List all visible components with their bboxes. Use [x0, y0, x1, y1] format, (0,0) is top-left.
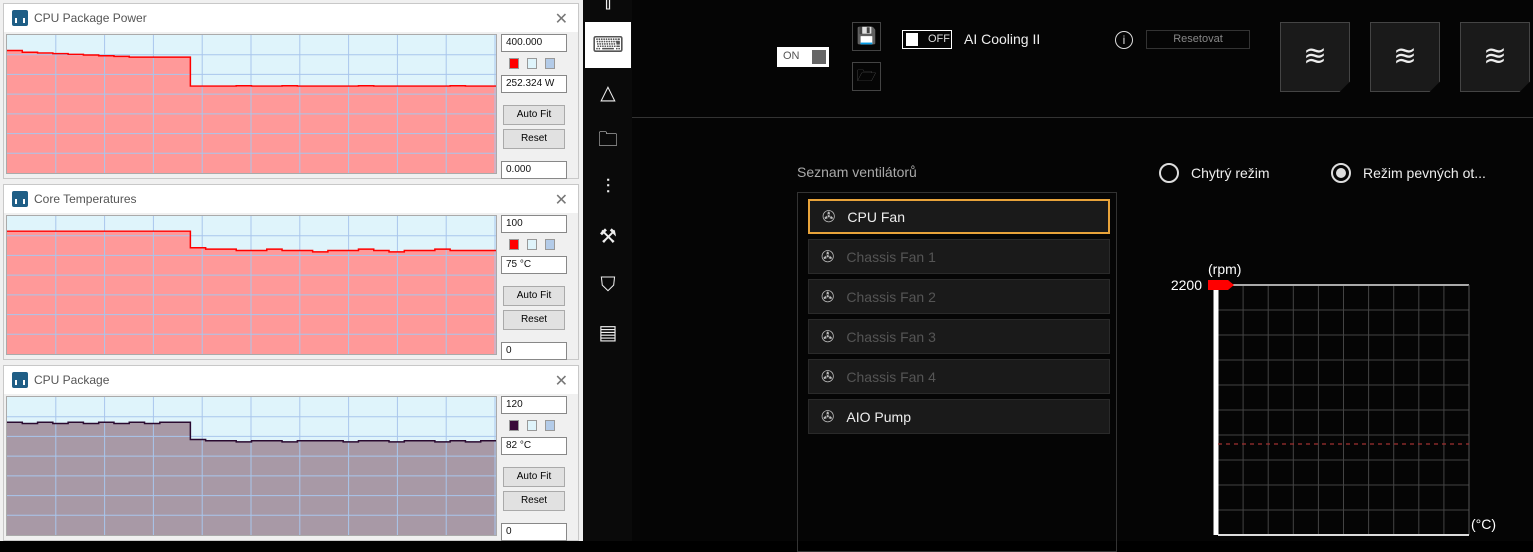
max-field[interactable]: 120: [501, 396, 567, 414]
panel-title: CPU Package: [34, 373, 110, 387]
panel-title: CPU Package Power: [34, 11, 147, 25]
hwinfo-icon: [12, 10, 28, 26]
bg-color-swatch[interactable]: [527, 239, 537, 250]
fan-control-main: ON 💾 🗁 OFF AI Cooling II i Resetovat ≋ ≋…: [632, 0, 1533, 552]
fan-curve-chart: 2200 (rpm) (°C): [1171, 261, 1496, 536]
aura-icon[interactable]: △: [593, 78, 623, 108]
y-axis-label: (rpm): [1208, 261, 1241, 277]
hwinfo-icon: [12, 191, 28, 207]
min-field[interactable]: 0: [501, 523, 567, 541]
panel-title: Core Temperatures: [34, 192, 137, 206]
line-color-swatch[interactable]: [509, 420, 519, 431]
reset-button[interactable]: Reset: [503, 310, 565, 330]
monitor-panel: CPU Package ✕ 120 82 °C Auto Fit Reset 0: [3, 365, 579, 541]
max-rpm-marker[interactable]: [1208, 280, 1234, 290]
line-color-swatch[interactable]: [509, 58, 519, 69]
grid-color-swatch[interactable]: [545, 420, 555, 431]
y-max-label: 2200: [1171, 277, 1202, 293]
keyboard-mouse-icon[interactable]: ⌨: [585, 22, 631, 68]
hwinfo-monitor-area: CPU Package Power ✕ 400.000 252.324 W Aut…: [0, 0, 583, 541]
grid-color-swatch[interactable]: [545, 239, 555, 250]
current-value: 252.324 W: [501, 75, 567, 93]
close-icon[interactable]: ✕: [555, 9, 568, 29]
current-value: 75 °C: [501, 256, 567, 274]
sidebar: ⫿ ⌨ △ 🗀 ⫶ ⚒ ⛉ ▤: [583, 0, 632, 541]
max-field[interactable]: 400.000: [501, 34, 567, 52]
monitor-panel: Core Temperatures ✕ 100 75 °C Auto Fit Re…: [3, 184, 579, 360]
panel-titlebar: CPU Package ✕: [4, 366, 578, 394]
auto-fit-button[interactable]: Auto Fit: [503, 105, 565, 125]
bg-color-swatch[interactable]: [527, 58, 537, 69]
sensor-graph: [6, 34, 497, 174]
sensor-graph: [6, 396, 497, 536]
close-icon[interactable]: ✕: [555, 371, 568, 391]
current-value: 82 °C: [501, 437, 567, 455]
line-color-swatch[interactable]: [509, 239, 519, 250]
auto-fit-button[interactable]: Auto Fit: [503, 286, 565, 306]
close-icon[interactable]: ✕: [555, 190, 568, 210]
game-folder-icon[interactable]: 🗀: [593, 125, 623, 155]
auto-fit-button[interactable]: Auto Fit: [503, 467, 565, 487]
min-field[interactable]: 0.000: [501, 161, 567, 179]
max-field[interactable]: 100: [501, 215, 567, 233]
grid-color-swatch[interactable]: [545, 58, 555, 69]
sensor-graph: [6, 215, 497, 355]
tools-icon[interactable]: ⚒: [593, 222, 623, 252]
news-icon[interactable]: ▤: [593, 318, 623, 348]
panel-titlebar: Core Temperatures ✕: [4, 185, 578, 213]
panel-titlebar: CPU Package Power ✕: [4, 4, 578, 32]
reset-button[interactable]: Reset: [503, 129, 565, 149]
equalizer-icon[interactable]: ⫶: [593, 172, 623, 202]
monitor-panel: CPU Package Power ✕ 400.000 252.324 W Aut…: [3, 3, 579, 179]
min-field[interactable]: 0: [501, 342, 567, 360]
pin-icon[interactable]: ⫿: [593, 0, 623, 16]
hwinfo-icon: [12, 372, 28, 388]
reset-button[interactable]: Reset: [503, 491, 565, 511]
bg-color-swatch[interactable]: [527, 420, 537, 431]
tag-icon[interactable]: ⛉: [593, 270, 623, 300]
x-axis-label: (°C): [1471, 516, 1496, 532]
